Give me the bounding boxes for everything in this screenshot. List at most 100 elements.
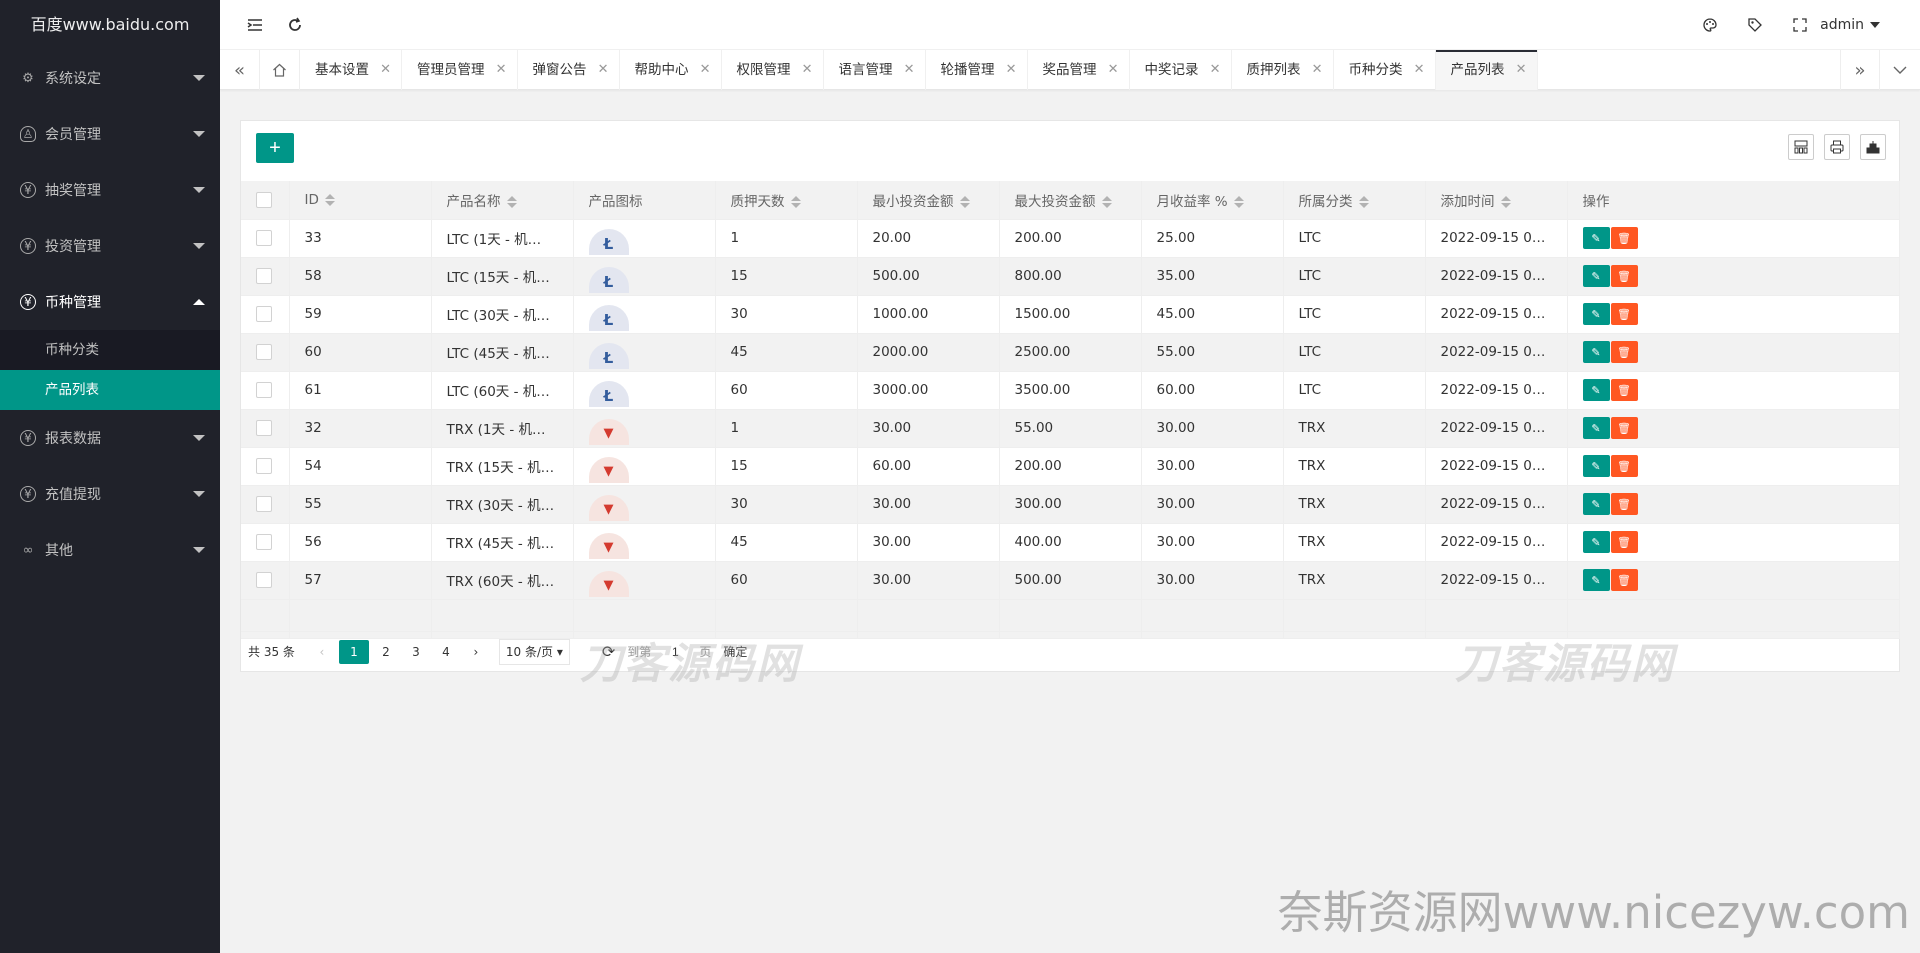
prev-page-icon[interactable]: ‹ bbox=[309, 640, 335, 664]
tab[interactable]: 质押列表 ✕ bbox=[1232, 50, 1334, 90]
sidebar-item[interactable]: ¥ 报表数据 bbox=[0, 410, 220, 466]
close-icon[interactable]: ✕ bbox=[598, 50, 609, 90]
row-checkbox[interactable] bbox=[256, 268, 272, 284]
edit-icon[interactable]: ✎ bbox=[1582, 303, 1610, 325]
sort-icon[interactable] bbox=[1358, 195, 1369, 208]
tab[interactable]: 帮助中心 ✕ bbox=[620, 50, 722, 90]
edit-icon[interactable]: ✎ bbox=[1582, 531, 1610, 553]
tab[interactable]: 权限管理 ✕ bbox=[722, 50, 824, 90]
tab[interactable]: 产品列表 ✕ bbox=[1435, 50, 1538, 90]
close-icon[interactable]: ✕ bbox=[1006, 50, 1017, 90]
close-icon[interactable]: ✕ bbox=[380, 50, 391, 90]
delete-icon[interactable]: 🗑 bbox=[1610, 417, 1638, 439]
col-max[interactable]: 最大投资金额 bbox=[999, 181, 1142, 220]
tab[interactable]: 中奖记录 ✕ bbox=[1130, 50, 1232, 90]
delete-icon[interactable]: 🗑 bbox=[1610, 227, 1638, 249]
next-page-icon[interactable]: › bbox=[463, 640, 489, 664]
close-icon[interactable]: ✕ bbox=[1312, 50, 1323, 90]
row-checkbox[interactable] bbox=[256, 496, 272, 512]
page-number[interactable]: 4 bbox=[433, 640, 459, 664]
sidebar-item[interactable]: ¥ 投资管理 bbox=[0, 218, 220, 274]
delete-icon[interactable]: 🗑 bbox=[1610, 341, 1638, 363]
edit-icon[interactable]: ✎ bbox=[1582, 569, 1610, 591]
delete-icon[interactable]: 🗑 bbox=[1610, 303, 1638, 325]
col-name[interactable]: 产品名称 bbox=[431, 181, 574, 220]
fullscreen-icon[interactable] bbox=[1780, 0, 1820, 50]
edit-icon[interactable]: ✎ bbox=[1582, 417, 1610, 439]
goto-page-input[interactable] bbox=[655, 639, 696, 664]
delete-icon[interactable]: 🗑 bbox=[1610, 531, 1638, 553]
delete-icon[interactable]: 🗑 bbox=[1610, 455, 1638, 477]
sort-icon[interactable] bbox=[959, 195, 970, 208]
row-checkbox[interactable] bbox=[256, 306, 272, 322]
close-icon[interactable]: ✕ bbox=[1414, 50, 1425, 90]
goto-confirm-button[interactable]: 确定 bbox=[717, 640, 753, 664]
col-category[interactable]: 所属分类 bbox=[1283, 181, 1426, 220]
tab[interactable]: 币种分类 ✕ bbox=[1334, 50, 1436, 90]
close-icon[interactable]: ✕ bbox=[496, 50, 507, 90]
tab[interactable]: 轮播管理 ✕ bbox=[926, 50, 1028, 90]
edit-icon[interactable]: ✎ bbox=[1582, 265, 1610, 287]
page-number[interactable]: 2 bbox=[373, 640, 399, 664]
select-all-checkbox[interactable] bbox=[256, 191, 272, 208]
edit-icon[interactable]: ✎ bbox=[1582, 455, 1610, 477]
close-icon[interactable]: ✕ bbox=[700, 50, 711, 90]
tab[interactable]: 弹窗公告 ✕ bbox=[518, 50, 620, 90]
page-number[interactable]: 1 bbox=[338, 639, 369, 664]
columns-filter-icon[interactable] bbox=[1788, 134, 1814, 160]
tabs-scroll-right-icon[interactable]: » bbox=[1840, 50, 1880, 90]
edit-icon[interactable]: ✎ bbox=[1582, 227, 1610, 249]
sidebar-item[interactable]: ¥ 充值提现 bbox=[0, 466, 220, 522]
refresh-page-icon[interactable]: ⟳ bbox=[602, 642, 615, 661]
delete-icon[interactable]: 🗑 bbox=[1610, 493, 1638, 515]
row-checkbox[interactable] bbox=[256, 420, 272, 436]
row-checkbox[interactable] bbox=[256, 344, 272, 360]
row-checkbox[interactable] bbox=[256, 230, 272, 246]
close-icon[interactable]: ✕ bbox=[904, 50, 915, 90]
print-icon[interactable] bbox=[1824, 134, 1850, 160]
col-rate[interactable]: 月收益率 % bbox=[1141, 181, 1284, 220]
sort-icon[interactable] bbox=[324, 193, 335, 206]
edit-icon[interactable]: ✎ bbox=[1582, 493, 1610, 515]
menu-collapse-icon[interactable] bbox=[235, 0, 275, 50]
sidebar-item[interactable]: ♙ 会员管理 bbox=[0, 106, 220, 162]
sort-icon[interactable] bbox=[506, 195, 517, 208]
sort-icon[interactable] bbox=[790, 195, 801, 208]
sort-icon[interactable] bbox=[1500, 195, 1511, 208]
sort-icon[interactable] bbox=[1233, 195, 1244, 208]
delete-icon[interactable]: 🗑 bbox=[1610, 569, 1638, 591]
page-number[interactable]: 3 bbox=[403, 640, 429, 664]
close-icon[interactable]: ✕ bbox=[1108, 50, 1119, 90]
refresh-icon[interactable] bbox=[275, 0, 315, 50]
sidebar-subitem[interactable]: 产品列表 bbox=[0, 370, 220, 410]
home-icon[interactable] bbox=[260, 50, 300, 90]
row-checkbox[interactable] bbox=[256, 458, 272, 474]
user-menu[interactable]: admin bbox=[1820, 0, 1880, 50]
page-size-select[interactable]: 10 条/页 ▾ bbox=[498, 638, 570, 665]
col-days[interactable]: 质押天数 bbox=[715, 181, 858, 220]
export-icon[interactable] bbox=[1860, 134, 1886, 160]
tabs-scroll-left-icon[interactable]: « bbox=[220, 50, 260, 90]
delete-icon[interactable]: 🗑 bbox=[1610, 379, 1638, 401]
edit-icon[interactable]: ✎ bbox=[1582, 341, 1610, 363]
row-checkbox[interactable] bbox=[256, 572, 272, 588]
row-checkbox[interactable] bbox=[256, 382, 272, 398]
close-icon[interactable]: ✕ bbox=[1210, 50, 1221, 90]
col-time[interactable]: 添加时间 bbox=[1425, 181, 1568, 220]
col-min[interactable]: 最小投资金额 bbox=[857, 181, 1000, 220]
sidebar-item[interactable]: ¥ 币种管理 bbox=[0, 274, 220, 330]
tab[interactable]: 奖品管理 ✕ bbox=[1028, 50, 1130, 90]
sidebar-item[interactable]: ¥ 抽奖管理 bbox=[0, 162, 220, 218]
tab[interactable]: 基本设置 ✕ bbox=[300, 50, 402, 90]
delete-icon[interactable]: 🗑 bbox=[1610, 265, 1638, 287]
app-logo[interactable]: 百度www.baidu.com bbox=[0, 0, 220, 50]
sort-icon[interactable] bbox=[1101, 195, 1112, 208]
col-id[interactable]: ID bbox=[289, 181, 432, 220]
edit-icon[interactable]: ✎ bbox=[1582, 379, 1610, 401]
sidebar-item[interactable]: ∞ 其他 bbox=[0, 522, 220, 578]
tab[interactable]: 管理员管理 ✕ bbox=[402, 50, 518, 90]
tab[interactable]: 语言管理 ✕ bbox=[824, 50, 926, 90]
row-checkbox[interactable] bbox=[256, 534, 272, 550]
sidebar-item[interactable]: ⚙ 系统设定 bbox=[0, 50, 220, 106]
theme-icon[interactable] bbox=[1690, 0, 1730, 50]
